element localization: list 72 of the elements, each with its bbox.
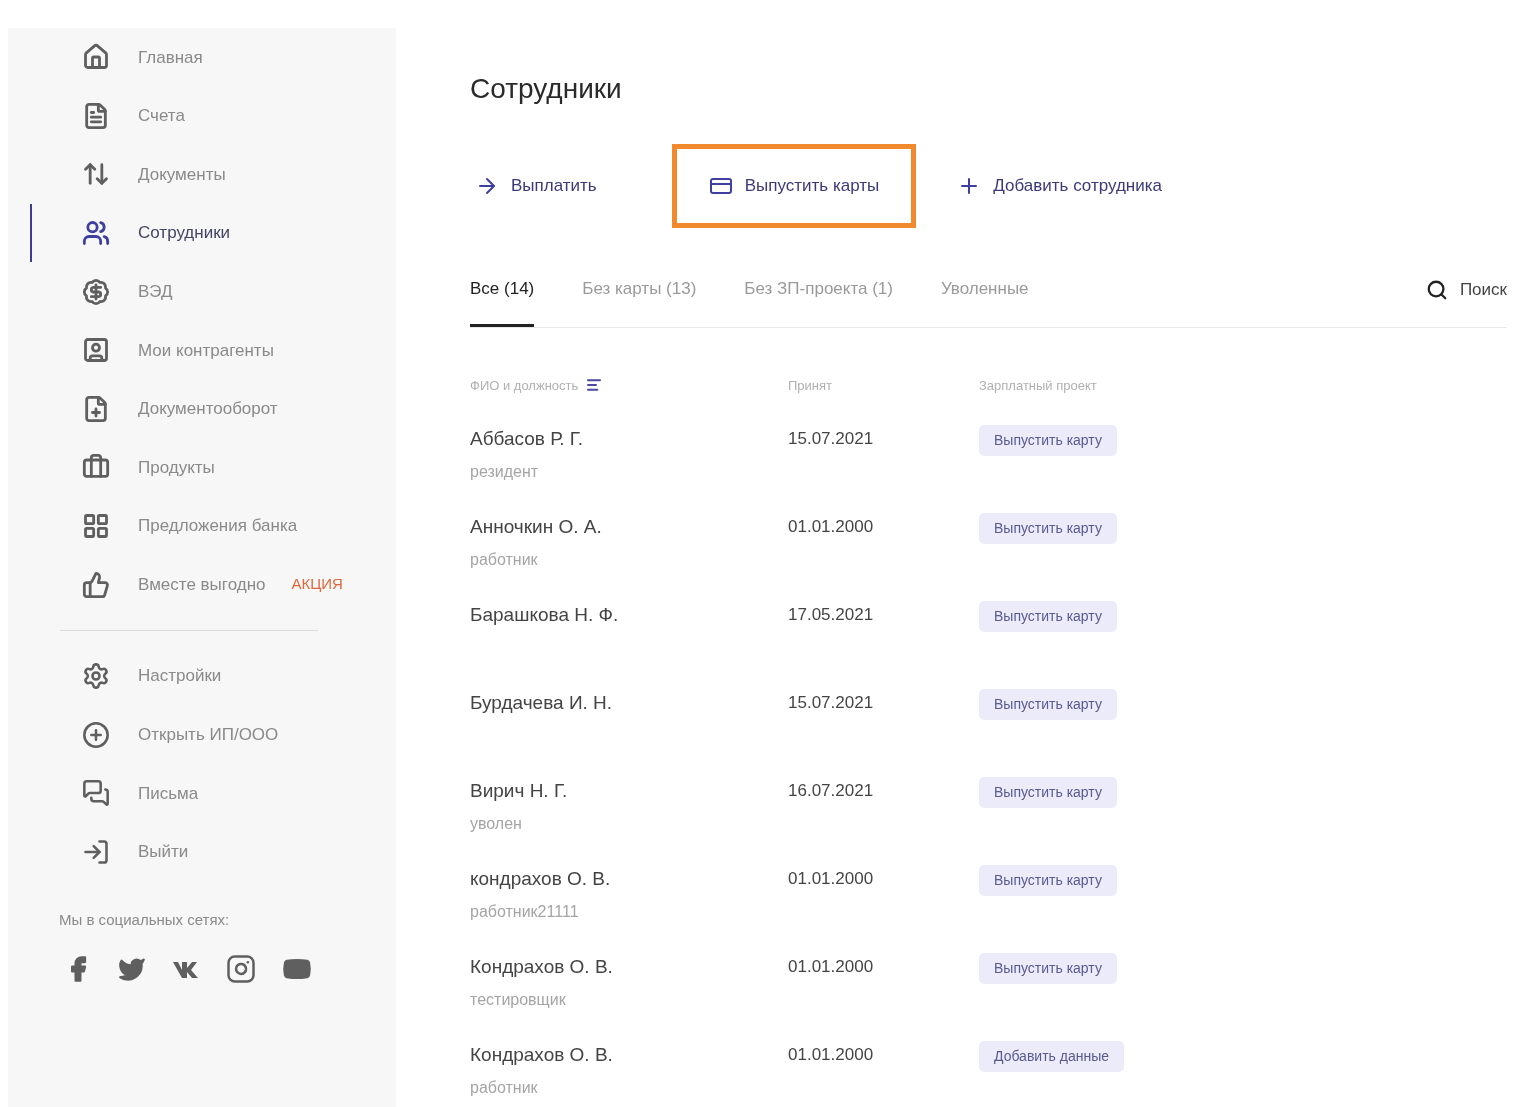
settings-icon	[82, 662, 110, 691]
hire-date: 15.07.2021	[788, 692, 875, 714]
sidebar-item[interactable]: Настройки	[32, 646, 396, 706]
action-button[interactable]: Выпустить карты	[671, 144, 917, 228]
employee-name[interactable]: Вирич Н. Г.	[470, 777, 788, 806]
hire-date: 01.01.2000	[788, 516, 875, 538]
column-header: Зарплатный проект	[979, 376, 1097, 395]
card-action-button[interactable]: Выпустить карту	[979, 865, 1117, 896]
logout-icon	[82, 838, 110, 866]
card-action-button[interactable]: Выпустить карту	[979, 777, 1117, 808]
contact-icon	[82, 336, 110, 365]
card-action-button[interactable]: Выпустить карту	[979, 689, 1117, 720]
dollar-icon	[82, 277, 110, 306]
hire-date: 17.05.2021	[788, 604, 875, 626]
column-header: ФИО и должность	[470, 376, 579, 395]
employee-position: уволен	[470, 813, 523, 834]
filter-tab[interactable]: Все (14)	[470, 276, 535, 327]
page-title: Сотрудники	[470, 72, 623, 106]
people-icon	[82, 219, 110, 248]
employee-name[interactable]: Аббасов Р. Г.	[470, 425, 788, 454]
instagram-icon[interactable]	[226, 953, 256, 984]
vk-icon[interactable]	[172, 959, 200, 978]
sidebar-item[interactable]: ВЭД	[30, 262, 396, 321]
sort-icon[interactable]	[586, 377, 603, 394]
sidebar-item[interactable]: Продукты	[30, 438, 396, 497]
hire-date: 16.07.2021	[788, 780, 875, 802]
employee-name[interactable]: Кондрахов О. В.	[470, 953, 788, 982]
sidebar-item[interactable]: Главная	[30, 28, 396, 87]
employee-name[interactable]: Кондрахов О. В.	[470, 1041, 788, 1070]
card-action-button[interactable]: Выпустить карту	[979, 601, 1117, 632]
sidebar-item[interactable]: Предложения банка	[30, 496, 396, 556]
sidebar-item[interactable]: Выйти	[32, 822, 396, 882]
plus-circle-icon	[82, 720, 110, 749]
hire-date: 01.01.2000	[788, 868, 875, 890]
sidebar-item[interactable]: Счета	[30, 86, 396, 146]
sidebar-item[interactable]: Документы	[30, 145, 396, 204]
hire-date: 01.01.2000	[788, 956, 875, 978]
document-plus-icon	[82, 394, 110, 423]
hire-date: 01.01.2000	[788, 1044, 875, 1066]
card-action-button[interactable]: Выпустить карту	[979, 425, 1117, 456]
employee-name[interactable]: Бурдачева И. Н.	[470, 689, 788, 718]
thumbs-up-icon	[82, 570, 110, 599]
action-button[interactable]: Добавить сотрудника	[952, 144, 1167, 228]
card-action-button[interactable]: Добавить данные	[979, 1041, 1125, 1072]
document-icon	[82, 101, 110, 130]
sidebar-item[interactable]: Мои контрагенты	[30, 320, 396, 380]
social-label: Мы в социальных сетях:	[59, 910, 231, 931]
sidebar-item[interactable]: Письма	[32, 764, 396, 823]
home-icon	[82, 43, 110, 72]
sidebar-item[interactable]: Открыть ИП/ООО	[32, 705, 396, 765]
employee-position: резидент	[470, 461, 540, 482]
promo-label: АКЦИЯ	[291, 574, 343, 595]
sidebar-item[interactable]: Вместе выгодно АКЦИЯ	[30, 555, 396, 614]
card-action-button[interactable]: Выпустить карту	[979, 953, 1117, 984]
action-button[interactable]: Выплатить	[470, 144, 602, 228]
employee-name[interactable]: кондрахов О. В.	[470, 865, 788, 894]
employee-position: работник	[470, 549, 539, 570]
search-icon	[1425, 278, 1448, 301]
card-action-button[interactable]: Выпустить карту	[979, 513, 1117, 544]
employee-position: тестировщик	[470, 989, 567, 1010]
employee-name[interactable]: Барашкова Н. Ф.	[470, 601, 788, 630]
sidebar-item[interactable]: Сотрудники	[30, 203, 396, 263]
chat-icon	[82, 779, 110, 808]
search-button[interactable]: Поиск	[1425, 277, 1507, 303]
column-header: Принят	[788, 376, 832, 395]
filter-tab[interactable]: Без карты (13)	[582, 276, 697, 327]
employee-name[interactable]: Анночкин О. А.	[470, 513, 788, 542]
hire-date: 15.07.2021	[788, 428, 875, 450]
employee-position: работник21111	[470, 901, 580, 922]
employee-position: работник	[470, 1077, 539, 1098]
grid-icon	[82, 512, 110, 541]
sidebar-item[interactable]: Документооборот	[30, 379, 396, 439]
